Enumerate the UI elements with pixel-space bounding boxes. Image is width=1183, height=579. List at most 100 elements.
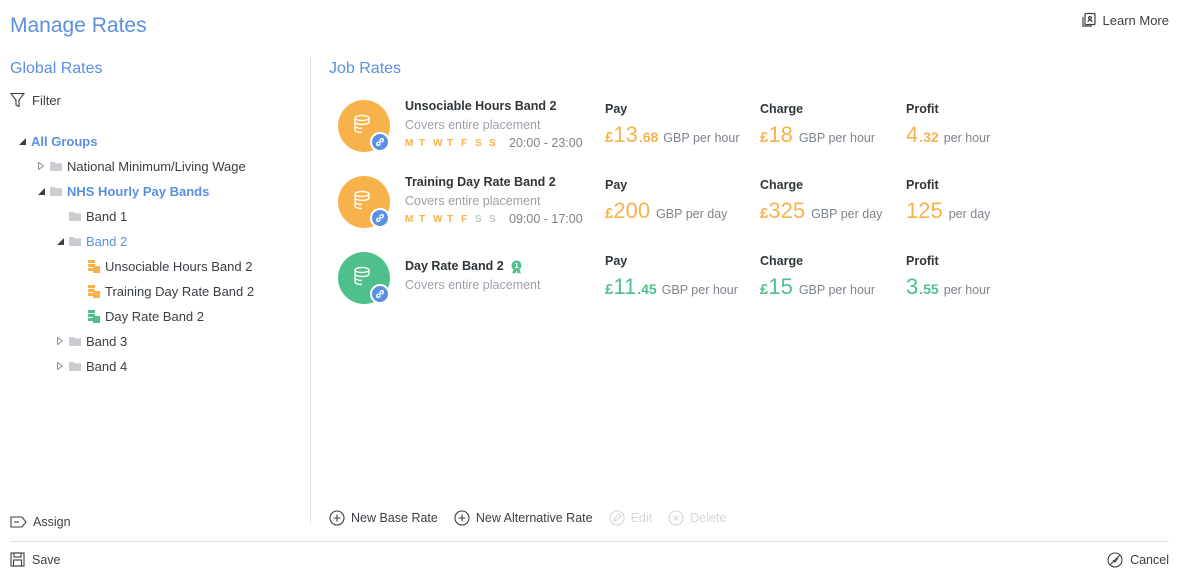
filter-button[interactable]: Filter — [10, 92, 61, 108]
value-whole: 13 — [613, 122, 638, 147]
day-sunday: S — [489, 137, 496, 149]
rate-name: Training Day Rate Band 2 — [405, 175, 556, 189]
profit-value: 3.55 per hour — [906, 274, 990, 300]
delete-button[interactable]: Delete — [668, 510, 726, 526]
cancel-button[interactable]: Cancel — [1107, 552, 1169, 568]
day-wednesday: W — [433, 213, 443, 225]
tree-node-label: Band 1 — [86, 208, 128, 224]
charge-label: Charge — [760, 254, 804, 268]
currency-symbol: £ — [760, 129, 769, 146]
pay-value: £11.45 GBP per hour — [605, 274, 738, 300]
currency-symbol: £ — [605, 281, 614, 298]
tree-node-band-1[interactable]: Band 1 — [55, 206, 127, 226]
pay-value: £200 GBP per day — [605, 198, 727, 224]
rate-avatar — [338, 176, 390, 228]
folder-icon — [69, 337, 81, 346]
value-fraction: .68 — [638, 129, 659, 145]
tree-node-day-rate-band-2[interactable]: Day Rate Band 2 — [88, 306, 204, 326]
collapsed-triangle-icon[interactable] — [55, 337, 65, 345]
value-whole: 325 — [768, 198, 806, 223]
day-saturday: S — [475, 137, 482, 149]
tree-node-unsociable-hours-band-2[interactable]: Unsociable Hours Band 2 — [88, 256, 252, 276]
rate-description: Covers entire placement — [405, 278, 541, 292]
day-sunday: S — [489, 213, 496, 225]
day-saturday: S — [475, 213, 482, 225]
filter-icon — [10, 92, 25, 108]
job-rate-row[interactable]: Training Day Rate Band 2 Covers entire p… — [338, 175, 1158, 246]
save-button[interactable]: Save — [10, 552, 61, 567]
link-badge — [370, 208, 390, 228]
save-icon — [10, 552, 25, 567]
tree-node-label: National Minimum/Living Wage — [67, 158, 246, 174]
save-label: Save — [32, 552, 61, 567]
edit-button[interactable]: Edit — [609, 510, 652, 526]
new-alternative-rate-button[interactable]: New Alternative Rate — [454, 510, 593, 526]
tree-node-national-minimum[interactable]: National Minimum/Living Wage — [36, 156, 246, 176]
tree-node-label: Day Rate Band 2 — [105, 308, 205, 324]
learn-more-button[interactable]: Learn More — [1081, 12, 1169, 28]
currency-symbol: £ — [760, 281, 769, 298]
value-unit: GBP per day — [656, 207, 728, 221]
value-fraction: .55 — [919, 281, 939, 297]
link-badge — [370, 284, 390, 304]
day-friday: F — [461, 137, 468, 149]
award-icon: 1 — [511, 260, 522, 274]
plus-circle-icon — [329, 510, 345, 526]
rate-name: Day Rate Band 2 — [405, 259, 504, 273]
collapsed-triangle-icon[interactable] — [36, 162, 46, 170]
collapsed-triangle-icon[interactable] — [55, 362, 65, 370]
job-rate-row[interactable]: Day Rate Band 2 1 Covers entire placement… — [338, 252, 1158, 322]
value-whole: 125 — [906, 198, 943, 223]
folder-icon — [69, 237, 81, 246]
delete-label: Delete — [690, 511, 727, 525]
pay-value: £13.68 GBP per hour — [605, 122, 740, 148]
day-thursday: T — [447, 137, 454, 149]
value-unit: per hour — [943, 131, 991, 145]
value-whole: 15 — [768, 274, 793, 299]
link-icon — [375, 137, 385, 147]
profit-value: 4.32 per hour — [906, 122, 990, 148]
value-unit: GBP per hour — [663, 131, 740, 145]
rate-name: Unsociable Hours Band 2 — [405, 99, 557, 113]
tree-node-band-2[interactable]: Band 2 — [55, 231, 127, 251]
value-fraction: .45 — [637, 281, 657, 297]
tree-node-label: Band 2 — [86, 233, 128, 249]
expanded-triangle-icon[interactable] — [17, 137, 27, 145]
tree-node-label: Band 3 — [86, 333, 128, 349]
global-rates-heading: Global Rates — [10, 60, 103, 77]
job-rate-row[interactable]: Unsociable Hours Band 2 Covers entire pl… — [338, 99, 1158, 170]
day-tuesday: T — [419, 137, 426, 149]
expanded-triangle-icon[interactable] — [55, 237, 65, 245]
assign-label: Assign — [33, 515, 71, 529]
page-title: Manage Rates — [10, 14, 147, 37]
value-whole: 3 — [906, 274, 919, 299]
tree-node-training-day-rate-band-2[interactable]: Training Day Rate Band 2 — [88, 281, 254, 301]
rate-days: M T W T F S S 20:00 - 23:00 — [405, 136, 583, 150]
rate-description: Covers entire placement — [405, 194, 541, 208]
value-whole: 200 — [613, 198, 651, 223]
expanded-triangle-icon[interactable] — [36, 187, 46, 195]
learn-more-label: Learn More — [1102, 12, 1169, 28]
new-base-rate-label: New Base Rate — [351, 511, 438, 525]
folder-icon — [69, 362, 81, 371]
tree-node-label: NHS Hourly Pay Bands — [67, 183, 210, 199]
rate-description: Covers entire placement — [405, 118, 541, 132]
profit-value: 125 per day — [906, 198, 990, 224]
value-unit: per hour — [943, 283, 991, 297]
new-base-rate-button[interactable]: New Base Rate — [329, 510, 438, 526]
value-unit: per day — [948, 207, 991, 221]
tree-node-nhs-hourly-pay-bands[interactable]: NHS Hourly Pay Bands — [36, 181, 209, 201]
folder-icon — [50, 162, 62, 171]
close-circle-icon — [668, 510, 684, 526]
charge-label: Charge — [760, 178, 804, 192]
edit-pencil-icon — [609, 510, 625, 526]
currency-symbol: £ — [605, 205, 614, 222]
tree-node-band-4[interactable]: Band 4 — [55, 356, 127, 376]
value-whole: 18 — [768, 122, 793, 147]
day-monday: M — [405, 213, 414, 225]
tree-node-band-3[interactable]: Band 3 — [55, 331, 127, 351]
value-whole: 11 — [613, 274, 637, 299]
tree-node-all-groups[interactable]: All Groups — [17, 131, 97, 151]
new-alternative-rate-label: New Alternative Rate — [475, 511, 593, 525]
assign-button[interactable]: Assign — [10, 515, 71, 529]
